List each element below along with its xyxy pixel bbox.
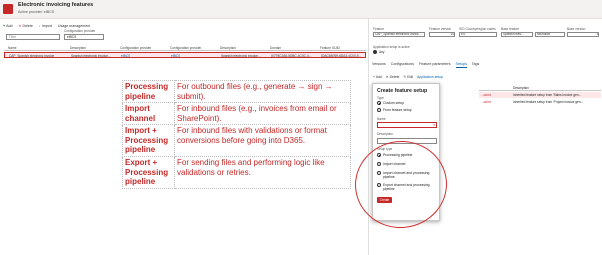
- setups-add-button[interactable]: + Add: [373, 75, 382, 79]
- annotation-row: Import + Processing pipeline For inbound…: [122, 124, 351, 157]
- custom-setup-radio[interactable]: Custom setup: [377, 101, 404, 106]
- plus-icon: +: [3, 23, 6, 28]
- table-row[interactable]: CAP_Spanish electronic invoice Spanish e…: [4, 52, 366, 58]
- base-version-field[interactable]: 1: [567, 32, 599, 37]
- annotation-desc: For sending files and performing logic l…: [174, 156, 351, 189]
- delete-button[interactable]: ✕ Delete: [19, 22, 33, 29]
- trash-icon: ✕: [18, 23, 22, 28]
- col-domain[interactable]: Domain: [270, 46, 281, 50]
- col-description[interactable]: Description: [70, 46, 86, 50]
- cell-domain: {0779C2A0-5DBC-4C0C-4...: [271, 54, 312, 58]
- tab-configurations[interactable]: Configurations: [391, 62, 414, 68]
- radio-icon: [377, 108, 381, 113]
- iso-codes-label: ISO Country/region codes: [459, 27, 496, 31]
- add-button[interactable]: + Add: [3, 22, 13, 29]
- annotation-desc: For inbound files (e.g., invoices from e…: [174, 102, 351, 125]
- chevron-down-icon: ▾: [433, 123, 435, 127]
- type-label: Type: [377, 96, 384, 100]
- publisher-field[interactable]: Microsoft: [535, 32, 565, 37]
- annotation-row: Import channel For inbound files (e.g., …: [122, 102, 351, 125]
- processing-pipeline-radio[interactable]: Processing pipeline: [377, 153, 412, 158]
- base-feature-field[interactable]: Spanish elec...: [501, 32, 533, 37]
- col-config-provider-2[interactable]: Configuration provider: [170, 46, 201, 50]
- tab-tags[interactable]: Tags: [472, 62, 480, 68]
- filter-input[interactable]: Filter: [6, 34, 60, 40]
- annotation-key: Import + Processing pipeline: [122, 124, 175, 157]
- cell-description: Spanish electronic invoice...: [71, 54, 111, 58]
- import-channel-radio[interactable]: Import channel: [377, 162, 405, 167]
- setup-name: ...ound: [481, 93, 491, 97]
- radio-selected-icon: [377, 153, 381, 158]
- grid-header: Name Description Configuration provider …: [4, 45, 366, 51]
- import-channel-pipeline-radio[interactable]: Import channel and processing pipeline: [377, 171, 435, 180]
- from-feature-setup-radio[interactable]: From feature setup: [377, 108, 412, 113]
- base-feature-label: Base feature: [501, 27, 520, 31]
- setups-table-header: Description: [479, 85, 601, 91]
- feature-field[interactable]: CAP_Spanish electronic invoic...: [373, 32, 425, 37]
- cell-feature-guid: {DAC6B769-6DA3-4C00-9...: [321, 54, 362, 58]
- app-header: Electronic invoicing features Active pro…: [0, 0, 602, 19]
- setup-description: Inherited feature setup from 'Project in…: [513, 100, 584, 104]
- create-feature-setup-dialog: Create feature setup Type Custom setup F…: [372, 83, 440, 221]
- app-setup-value: Any: [379, 50, 385, 54]
- name-label: Name: [377, 117, 386, 121]
- radio-icon: [377, 183, 381, 188]
- annotation-row: Export + Processing pipeline For sending…: [122, 156, 351, 189]
- cell-description-2: Spanish electronic invoice...: [221, 54, 261, 58]
- setup-type-label: Setup type: [377, 147, 393, 151]
- feature-version-label: Feature version: [429, 27, 452, 31]
- table-row[interactable]: ...ound Inherited feature setup from 'Sa…: [479, 92, 601, 98]
- config-provider-select[interactable]: eIBCS: [64, 34, 104, 40]
- import-button[interactable]: ↓ Import: [39, 22, 52, 29]
- setups-toolbar: + Add ✕ Delete ✎ Edit Application setup: [373, 75, 443, 79]
- setup-description: Inherited feature setup from 'Sales invo…: [513, 93, 582, 97]
- annotation-desc: For outbound files (e.g., generate → sig…: [174, 80, 351, 103]
- radio-icon: [377, 171, 381, 176]
- col-config-provider[interactable]: Configuration provider: [120, 46, 151, 50]
- import-icon: ↓: [38, 23, 41, 28]
- page-title: Electronic invoicing features: [18, 2, 94, 8]
- detail-tabs: Versions Configurations Feature paramete…: [372, 62, 479, 68]
- dialog-title: Create feature setup: [377, 88, 428, 94]
- config-provider-label: Configuration provider: [64, 29, 96, 33]
- radio-selected-icon: [377, 101, 381, 106]
- tab-setups[interactable]: Setups: [455, 62, 467, 68]
- cell-name: CAP_Spanish electronic invoice: [9, 54, 55, 58]
- annotation-key: Import channel: [122, 102, 175, 125]
- col-description-2[interactable]: Description: [220, 46, 236, 50]
- feature-version-field[interactable]: 10: [429, 32, 455, 37]
- application-setup-link[interactable]: Application setup: [417, 75, 443, 79]
- action-toolbar: + Add ✕ Delete ↓ Import Usage management: [3, 22, 90, 29]
- col-name[interactable]: Name: [8, 46, 17, 50]
- base-version-label: Base version: [567, 27, 586, 31]
- create-button[interactable]: Create: [377, 197, 392, 203]
- app-setup-radio[interactable]: [373, 50, 377, 54]
- tab-versions[interactable]: Versions: [372, 62, 386, 68]
- export-channel-pipeline-radio[interactable]: Export channel and processing pipeline: [377, 183, 435, 192]
- feature-label: Feature: [373, 27, 384, 31]
- app-setup-label: Application setup is active: [373, 45, 410, 49]
- name-input[interactable]: ▾: [377, 122, 437, 128]
- cell-config-provider-2[interactable]: eIBCS: [171, 54, 180, 58]
- col-setup-description[interactable]: Description: [513, 86, 529, 90]
- table-row[interactable]: ...ound Inherited feature setup from 'Pr…: [479, 99, 601, 105]
- annotation-desc: For inbound files with validations or fo…: [174, 124, 351, 157]
- setup-type-explanation-table: Processing pipeline For outbound files (…: [122, 80, 351, 189]
- usage-management-button[interactable]: Usage management: [58, 22, 90, 29]
- page-subtitle: Active provider: eIBCS: [18, 10, 55, 14]
- cell-config-provider[interactable]: eIBCS: [121, 54, 130, 58]
- iso-codes-field[interactable]: ES: [459, 32, 497, 37]
- back-icon[interactable]: [3, 4, 13, 14]
- description-input[interactable]: [377, 138, 437, 144]
- tab-feature-parameters[interactable]: Feature parameters: [419, 62, 451, 68]
- radio-icon: [377, 162, 381, 167]
- annotation-row: Processing pipeline For outbound files (…: [122, 80, 351, 103]
- setup-name: ...ound: [481, 100, 491, 104]
- annotation-key: Processing pipeline: [122, 80, 175, 103]
- description-label: Description: [377, 132, 393, 136]
- setups-delete-button[interactable]: ✕ Delete: [386, 75, 400, 79]
- setups-edit-button[interactable]: ✎ Edit: [403, 75, 413, 79]
- col-feature-guid[interactable]: Feature GUID: [320, 46, 340, 50]
- annotation-key: Export + Processing pipeline: [122, 156, 175, 189]
